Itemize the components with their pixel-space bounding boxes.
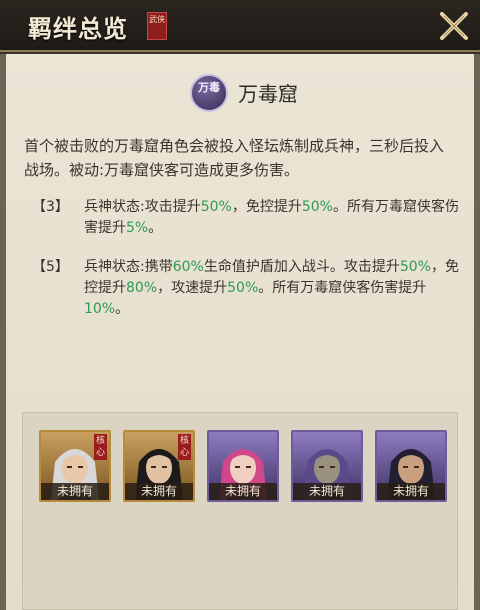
tier-effect: 兵神状态:攻击提升50%，免控提升50%。所有万毒窟侠客伤害提升5%。 — [84, 197, 464, 239]
owned-status-label: 未拥有 — [209, 483, 277, 500]
effect-text: 。 — [148, 220, 163, 236]
page-title: 羁绊总览 — [28, 14, 128, 43]
stat-value: 60% — [172, 259, 204, 275]
stat-value: 50% — [200, 199, 232, 215]
faction-description: 首个被击败的万毒窟角色会被投入怪坛炼制成兵神，三秒后投入战场。被动:万毒窟侠客可… — [24, 137, 445, 179]
hero-card[interactable]: 未拥有 — [291, 430, 363, 502]
close-icon — [440, 12, 468, 40]
effect-text: ，攻速提升 — [157, 280, 228, 296]
hero-list: 核心 未拥有 核心 未拥有 未拥有 未拥有 未拥有 — [22, 412, 458, 610]
core-tag-badge: 核心 — [178, 434, 191, 460]
tier-label: 【3】 — [32, 199, 69, 215]
hero-card[interactable]: 核心未拥有 — [123, 430, 195, 502]
bond-panel: 万毒 万毒窟 首个被击败的万毒窟角色会被投入怪坛炼制成兵神，三秒后投入战场。被动… — [0, 54, 480, 610]
tier-effect: 兵神状态:携带60%生命值护盾加入战斗。攻击提升50%，免控提升80%，攻速提升… — [84, 257, 464, 320]
tier-label: 【5】 — [32, 259, 69, 275]
effect-text: ，免控提升 — [231, 199, 302, 215]
effect-text: 。 — [115, 301, 130, 317]
owned-status-label: 未拥有 — [125, 483, 193, 500]
effect-text: 兵神状态:攻击提升 — [84, 199, 201, 215]
stat-value: 50% — [301, 199, 333, 215]
owned-status-label: 未拥有 — [41, 483, 109, 500]
stat-value: 10% — [84, 301, 116, 317]
effect-text: 。所有万毒窟侠客伤害提升 — [258, 280, 427, 296]
effect-text: 兵神状态:携带 — [84, 259, 173, 275]
stat-value: 5% — [126, 220, 149, 236]
faction-name: 万毒窟 — [238, 82, 298, 106]
hero-card[interactable]: 核心未拥有 — [39, 430, 111, 502]
stat-value: 50% — [227, 280, 259, 296]
effect-text: 生命值护盾加入战斗。攻击提升 — [203, 259, 400, 275]
stat-value: 80% — [126, 280, 158, 296]
hero-card[interactable]: 未拥有 — [375, 430, 447, 502]
owned-status-label: 未拥有 — [293, 483, 361, 500]
owned-status-label: 未拥有 — [377, 483, 445, 500]
faction-emblem-icon: 万毒 — [190, 74, 228, 112]
seal-stamp: 武侠 — [147, 12, 167, 40]
close-button[interactable] — [434, 6, 474, 46]
header-bar: 羁绊总览 武侠 — [0, 0, 480, 52]
core-tag-badge: 核心 — [94, 434, 107, 460]
hero-card[interactable]: 未拥有 — [207, 430, 279, 502]
stat-value: 50% — [399, 259, 431, 275]
